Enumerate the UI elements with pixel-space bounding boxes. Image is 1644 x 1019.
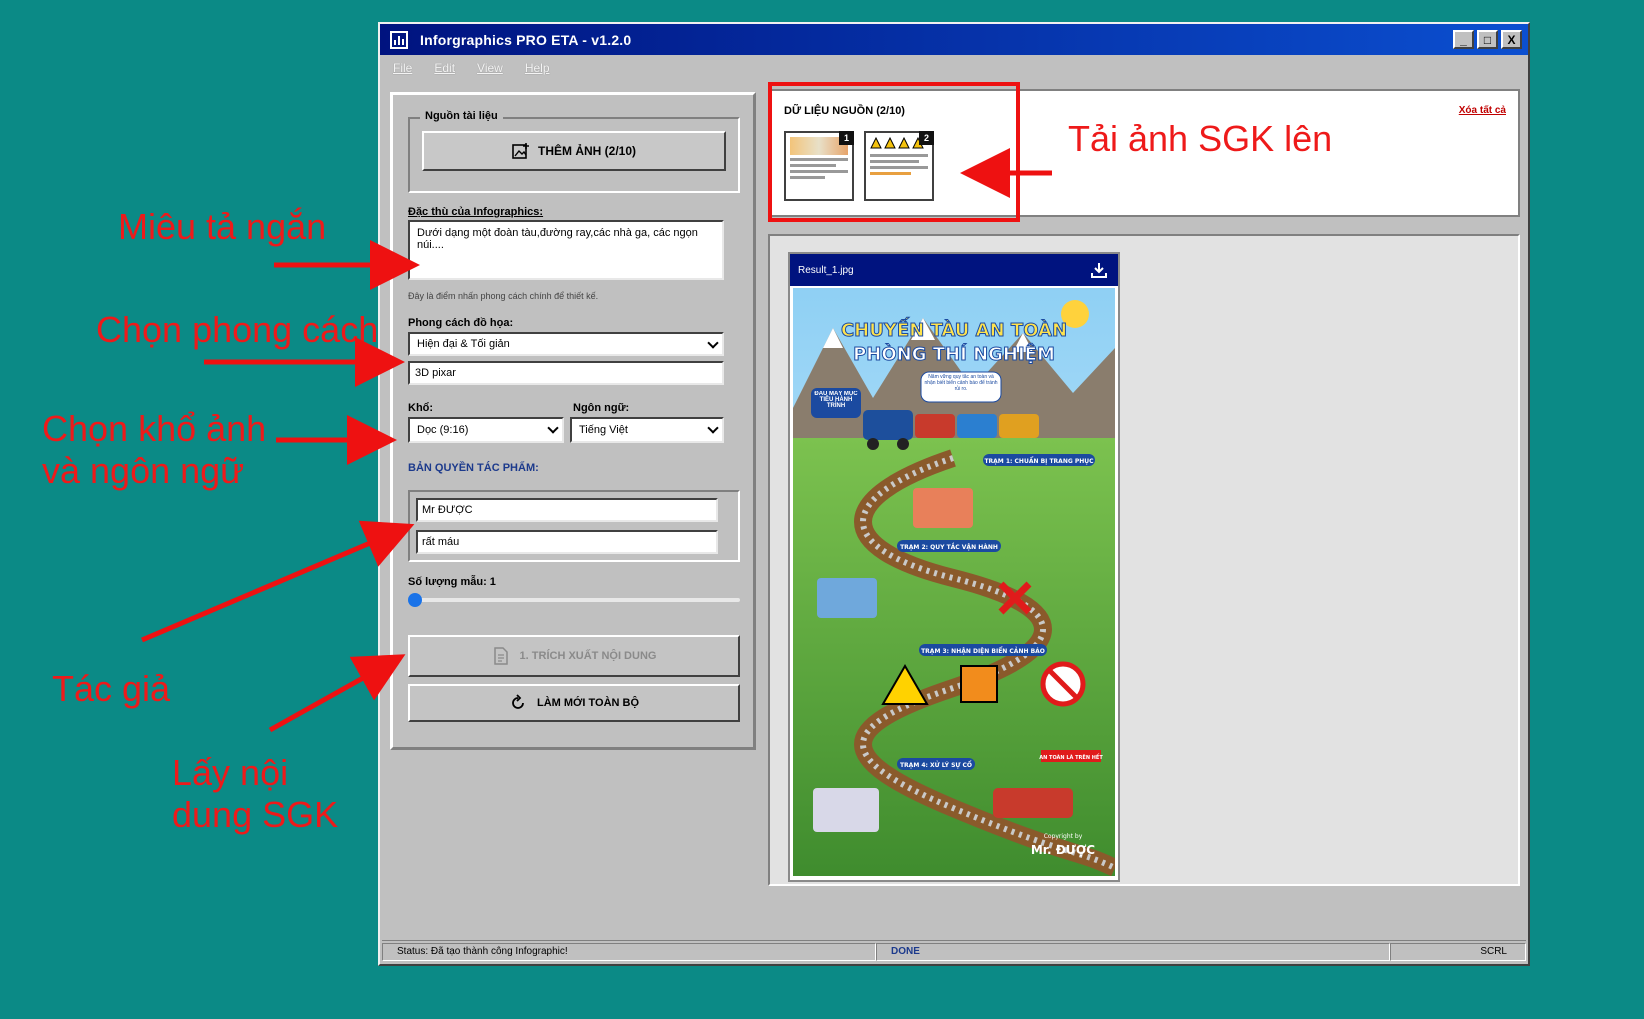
annotation-arrows <box>141 148 1052 733</box>
arrow-extract <box>268 654 406 733</box>
arrow-author <box>141 520 415 643</box>
